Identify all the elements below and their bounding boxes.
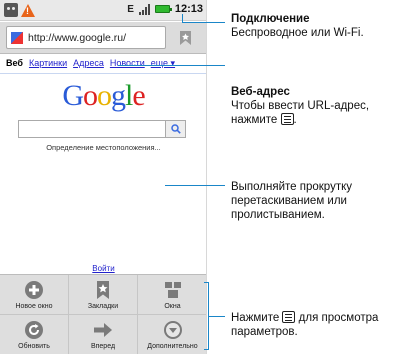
menu-key-icon bbox=[280, 113, 294, 125]
favicon-icon bbox=[11, 31, 23, 44]
connection-title: Подключение bbox=[231, 13, 310, 25]
url-text: http://www.google.ru/ bbox=[28, 31, 127, 44]
nav-news[interactable]: Новости bbox=[110, 58, 145, 69]
scroll-line-1: Выполняйте прокрутку bbox=[231, 181, 352, 193]
nav-maps[interactable]: Адреса bbox=[73, 58, 104, 69]
scroll-line-2: перетаскиванием или bbox=[231, 195, 347, 207]
menu-label: Дополнительно bbox=[147, 343, 198, 350]
menu-forward[interactable]: Вперед bbox=[69, 315, 138, 354]
windows-icon bbox=[164, 282, 181, 298]
google-logo: Google bbox=[62, 79, 145, 112]
search-icon bbox=[170, 124, 181, 134]
bookmark-star-icon bbox=[97, 281, 109, 299]
menu-label: Закладки bbox=[87, 303, 119, 310]
address-callout: Веб-адрес Чтобы ввести URL-адрес, нажмит… bbox=[231, 85, 369, 127]
search-row bbox=[18, 120, 186, 138]
menu-callout-press: Нажмите bbox=[231, 312, 280, 324]
address-text-end: . bbox=[293, 114, 297, 126]
status-bar: ! E 12:13 bbox=[0, 0, 206, 21]
phone-screen: ! E 12:13 http://www.google.ru/ Веб Карт… bbox=[0, 0, 207, 354]
connection-text: Беспроводное или Wi-Fi. bbox=[231, 27, 364, 39]
nav-web[interactable]: Веб bbox=[6, 58, 23, 69]
menu-label: Новое окно bbox=[15, 303, 53, 310]
address-title: Веб-адрес bbox=[231, 86, 290, 98]
bookmark-button[interactable] bbox=[171, 26, 199, 49]
scroll-line-3: пролистыванием. bbox=[231, 209, 325, 221]
nav-more[interactable]: еще ▾ bbox=[151, 58, 175, 69]
menu-callout-bracket-top bbox=[204, 282, 209, 283]
search-nav: Веб Картинки Адреса Новости еще ▾ bbox=[6, 58, 175, 69]
more-chevron-icon bbox=[163, 321, 182, 339]
menu-label: Вперед bbox=[90, 343, 116, 350]
plus-circle-icon bbox=[25, 281, 43, 299]
url-field[interactable]: http://www.google.ru/ bbox=[6, 26, 166, 49]
menu-callout: Нажмите для просмотра параметров. bbox=[231, 311, 378, 339]
menu-callout-line bbox=[208, 316, 225, 317]
menu-bookmarks[interactable]: Закладки bbox=[69, 275, 138, 315]
menu-label: Обновить bbox=[18, 343, 50, 350]
scroll-callout-line bbox=[165, 185, 225, 186]
menu-label: Окна bbox=[164, 303, 181, 310]
status-time: 12:13 bbox=[174, 3, 203, 15]
refresh-icon bbox=[25, 321, 43, 339]
battery-icon bbox=[154, 5, 172, 13]
url-bar: http://www.google.ru/ bbox=[0, 22, 206, 54]
signal-icon bbox=[138, 3, 150, 15]
menu-callout-after: для просмотра bbox=[298, 312, 379, 324]
warning-icon[interactable]: ! bbox=[21, 3, 35, 17]
menu-windows[interactable]: Окна bbox=[138, 275, 206, 315]
address-text-press: нажмите bbox=[231, 114, 278, 126]
address-callout-line bbox=[118, 65, 225, 66]
menu-callout-bracket-bottom bbox=[204, 349, 209, 350]
search-button[interactable] bbox=[166, 120, 186, 138]
menu-more[interactable]: Дополнительно bbox=[138, 315, 206, 354]
menu-new-window[interactable]: Новое окно bbox=[0, 275, 69, 315]
forward-arrow-icon bbox=[94, 323, 112, 337]
location-status: Определение местоположения... bbox=[46, 143, 161, 152]
login-link[interactable]: Войти bbox=[0, 264, 206, 273]
options-menu: Новое окно Закладки Окна Обновить Вперед… bbox=[0, 274, 206, 354]
nav-divider bbox=[0, 73, 206, 74]
menu-refresh[interactable]: Обновить bbox=[0, 315, 69, 354]
menu-key-icon bbox=[282, 311, 296, 323]
address-text: Чтобы ввести URL-адрес, bbox=[231, 100, 370, 112]
scroll-callout: Выполняйте прокрутку перетаскиванием или… bbox=[231, 180, 352, 222]
connection-callout: Подключение Беспроводное или Wi-Fi. bbox=[231, 12, 364, 40]
network-type-label: E bbox=[127, 3, 134, 15]
menu-callout-line-2: параметров. bbox=[231, 326, 298, 338]
nav-images[interactable]: Картинки bbox=[29, 58, 67, 69]
connection-callout-tick bbox=[182, 14, 183, 23]
search-input[interactable] bbox=[18, 120, 166, 138]
android-notification-icon[interactable] bbox=[4, 3, 18, 17]
bookmark-icon bbox=[179, 30, 191, 45]
connection-callout-line bbox=[182, 22, 225, 23]
